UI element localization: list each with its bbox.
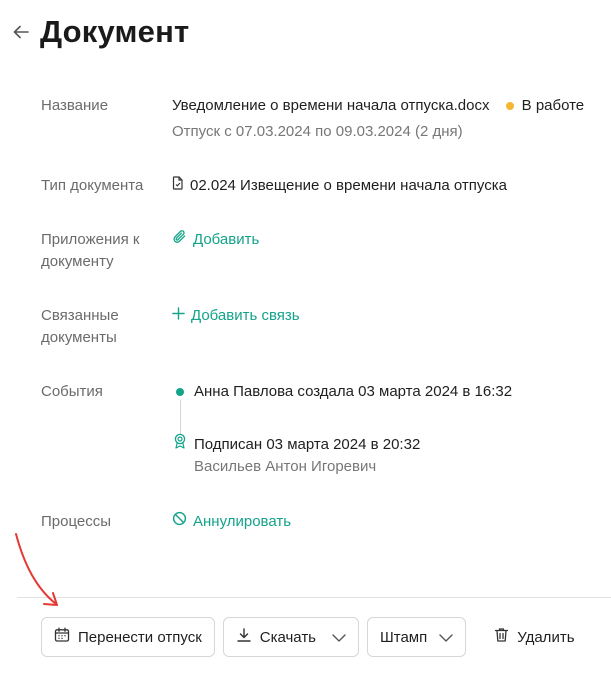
- document-icon: [172, 175, 184, 197]
- status-dot-icon: [505, 102, 514, 110]
- event-created: Анна Павлова создала 03 марта 2024 в 16:…: [194, 383, 513, 400]
- toolbar-divider: [17, 597, 611, 598]
- paperclip-icon: [172, 229, 187, 251]
- download-button[interactable]: Скачать: [222, 617, 359, 657]
- reschedule-vacation-button[interactable]: Перенести отпуск: [41, 617, 215, 657]
- field-related-label: Связанные документы: [41, 305, 161, 349]
- related-label-line1: Связанные: [41, 307, 119, 324]
- cancel-process-link[interactable]: Аннулировать: [172, 511, 291, 533]
- status-label: В работе: [521, 97, 585, 114]
- add-attachment-link[interactable]: Добавить: [172, 229, 259, 251]
- page-header: Документ: [10, 14, 189, 50]
- add-relation-label: Добавить связь: [191, 307, 300, 324]
- back-arrow-icon[interactable]: [10, 21, 32, 43]
- doc-type-text: 02.024 Извещение о времени начала отпуск…: [190, 177, 507, 194]
- vacation-period: Отпуск с 07.03.2024 по 09.03.2024 (2 дня…: [172, 123, 463, 140]
- timeline-connector: [179, 400, 181, 434]
- event-signed: Подписан 03 марта 2024 в 20:32: [194, 436, 421, 453]
- document-filename: Уведомление о времени начала отпуска.doc…: [172, 97, 490, 114]
- delete-label: Удалить: [517, 628, 575, 646]
- stamp-label: Штамп: [380, 628, 428, 646]
- chevron-down-icon: [439, 629, 453, 646]
- attachments-label-line1: Приложения к: [41, 231, 140, 248]
- calendar-icon: [54, 627, 70, 647]
- chevron-down-icon: [332, 629, 346, 646]
- field-name-value: Уведомление о времени начала отпуска.doc…: [172, 95, 584, 117]
- event-signer: Васильев Антон Игоревич: [194, 458, 377, 475]
- cancel-icon: [172, 511, 187, 533]
- bottom-toolbar: Перенести отпуск Скачать Штамп Удалить: [41, 617, 585, 657]
- delete-button[interactable]: Удалить: [474, 617, 584, 657]
- download-icon: [236, 627, 252, 647]
- field-processes-label: Процессы: [41, 513, 112, 530]
- field-name-label: Название: [41, 97, 109, 114]
- add-relation-link[interactable]: Добавить связь: [172, 305, 300, 327]
- cancel-process-label: Аннулировать: [193, 513, 292, 530]
- field-attachments-label: Приложения к документу: [41, 229, 161, 273]
- download-label: Скачать: [259, 628, 316, 646]
- reschedule-label: Перенести отпуск: [78, 628, 202, 646]
- page-title: Документ: [40, 14, 190, 49]
- field-events-label: События: [41, 383, 103, 400]
- event-dot-icon: [176, 388, 184, 396]
- field-doc-type-label: Тип документа: [41, 177, 144, 194]
- stamp-button[interactable]: Штамп: [367, 617, 467, 657]
- signature-seal-icon: [173, 433, 187, 454]
- trash-icon: [494, 627, 509, 647]
- plus-icon: [172, 305, 185, 327]
- field-doc-type-value: 02.024 Извещение о времени начала отпуск…: [172, 175, 507, 197]
- attachments-label-line2: документу: [41, 253, 114, 270]
- add-attachment-label: Добавить: [193, 231, 260, 248]
- status-badge: В работе: [505, 95, 585, 117]
- annotation-arrow-icon: [15, 533, 58, 606]
- related-label-line2: документы: [41, 329, 117, 346]
